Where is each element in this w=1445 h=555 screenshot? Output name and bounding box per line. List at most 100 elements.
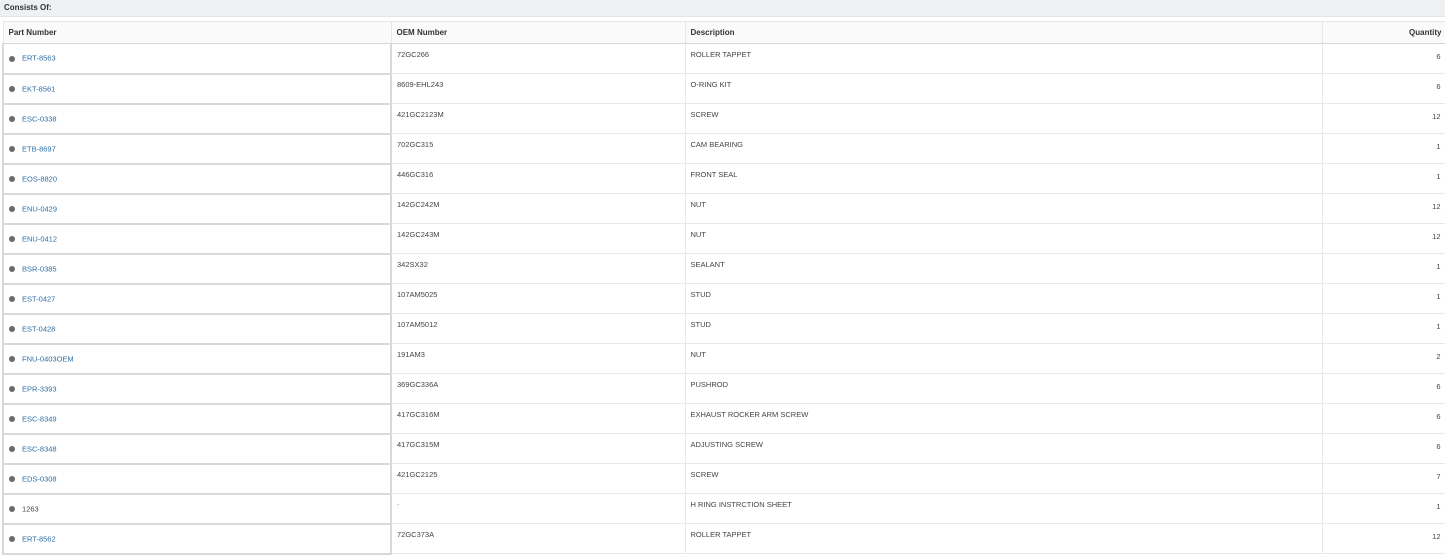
cell-part-number: ENU-0429 [2,193,392,225]
part-number-link[interactable]: ETB-8697 [22,144,56,153]
part-number-link[interactable]: FNU-0403OEM [22,354,74,363]
cell-oem-number: 421GC2125 [390,463,686,494]
cell-quantity: 6 [1321,73,1445,104]
cell-part-number: ERT-8563 [2,43,392,75]
part-number-link[interactable]: EKT-8561 [22,84,55,93]
cell-quantity: 1 [1321,253,1445,284]
table-row: EKT-8561 8609-EHL243 O-RING KIT 6 [2,73,1445,105]
cell-quantity: 1 [1321,493,1445,524]
cell-oem-number: - [390,493,686,524]
cell-quantity: 1 [1321,163,1445,194]
cell-description: CAM BEARING [684,133,1323,164]
bullet-icon [9,85,15,92]
cell-description: ADJUSTING SCREW [684,433,1323,464]
table-row: EST-0428 107AM5012 STUD 1 [2,313,1445,345]
bullet-icon [9,445,15,452]
bullet-icon [9,355,15,362]
bullet-icon [9,205,15,212]
part-number-link[interactable]: EST-0427 [22,294,55,303]
table-row: ENU-0429 142GC242M NUT 12 [2,193,1445,225]
cell-quantity: 12 [1321,103,1445,134]
table-row: ERT-8562 72GC373A ROLLER TAPPET 12 [2,523,1445,555]
part-number-link[interactable]: BSR-0385 [22,264,57,273]
cell-description: O-RING KIT [684,73,1323,104]
cell-quantity: 1 [1321,283,1445,314]
cell-description: SCREW [684,463,1323,494]
part-number-link[interactable]: ERT-8562 [22,534,56,543]
part-number-link[interactable]: ENU-0429 [22,204,57,213]
cell-description: ROLLER TAPPET [684,43,1323,74]
table-header-row: Part Number OEM Number Description Quant… [2,21,1445,44]
cell-oem-number: 107AM5012 [390,313,686,344]
part-number-link[interactable]: EOS-8820 [22,174,57,183]
cell-description: EXHAUST ROCKER ARM SCREW [684,403,1323,434]
cell-quantity: 12 [1321,223,1445,254]
table-row: EPR-3393 369GC336A PUSHROD 6 [2,373,1445,405]
table-row: ENU-0412 142GC243M NUT 12 [2,223,1445,255]
section-title: Consists Of: [4,3,52,12]
part-number-link[interactable]: EDS-0308 [22,474,57,483]
cell-quantity: 6 [1321,403,1445,434]
table-row: ESC-8348 417GC315M ADJUSTING SCREW 6 [2,433,1445,465]
bullet-icon [9,475,15,482]
cell-part-number: BSR-0385 [2,253,392,285]
bullet-icon [9,295,15,302]
part-number-link[interactable]: ESC-0338 [22,114,57,123]
cell-quantity: 6 [1321,373,1445,404]
cell-description: NUT [684,193,1323,224]
bullet-icon [9,145,15,152]
column-header-part-number[interactable]: Part Number [2,21,392,44]
section-header: Consists Of: [0,0,1445,17]
cell-part-number: EOS-8820 [2,163,392,195]
cell-description: STUD [684,283,1323,314]
cell-quantity: 1 [1321,133,1445,164]
cell-part-number: ESC-8349 [2,403,392,435]
cell-description: NUT [684,343,1323,374]
table-row: EDS-0308 421GC2125 SCREW 7 [2,463,1445,495]
part-number-link[interactable]: ERT-8563 [22,54,56,63]
column-header-oem-number[interactable]: OEM Number [390,21,686,44]
column-header-description[interactable]: Description [684,21,1323,44]
bullet-icon [9,415,15,422]
cell-part-number: EST-0427 [2,283,392,315]
cell-description: ROLLER TAPPET [684,523,1323,554]
cell-part-number: EPR-3393 [2,373,392,405]
cell-oem-number: 72GC373A [390,523,686,554]
cell-quantity: 12 [1321,523,1445,554]
cell-oem-number: 191AM3 [390,343,686,374]
cell-part-number: ERT-8562 [2,523,392,555]
part-number-link[interactable]: EST-0428 [22,324,55,333]
part-number-link[interactable]: ENU-0412 [22,234,57,243]
bullet-icon [9,505,15,512]
part-number-link[interactable]: ESC-8348 [22,444,57,453]
table-row: EST-0427 107AM5025 STUD 1 [2,283,1445,315]
table-row: ESC-8349 417GC316M EXHAUST ROCKER ARM SCRE… [2,403,1445,435]
cell-part-number: ESC-8348 [2,433,392,465]
table-row: 1263 - H RING INSTRCTION SHEET 1 [2,493,1445,525]
cell-oem-number: 142GC242M [390,193,686,224]
cell-description: PUSHROD [684,373,1323,404]
cell-oem-number: 369GC336A [390,373,686,404]
cell-part-number: 1263 [2,493,392,525]
cell-quantity: 12 [1321,193,1445,224]
cell-oem-number: 417GC316M [390,403,686,434]
table-body: ERT-8563 72GC266 ROLLER TAPPET 6 EKT-8561 860… [2,43,1445,555]
cell-oem-number: 107AM5025 [390,283,686,314]
cell-quantity: 1 [1321,313,1445,344]
cell-part-number: ETB-8697 [2,133,392,165]
table-row: FNU-0403OEM 191AM3 NUT 2 [2,343,1445,375]
part-number-text: 1263 [22,504,39,514]
cell-oem-number: 446GC316 [390,163,686,194]
cell-oem-number: 702GC315 [390,133,686,164]
bullet-icon [9,535,15,542]
table-row: EOS-8820 446GC316 FRONT SEAL 1 [2,163,1445,195]
parts-table: Part Number OEM Number Description Quant… [2,21,1445,555]
table-row: ESC-0338 421GC2123M SCREW 12 [2,103,1445,135]
cell-oem-number: 417GC315M [390,433,686,464]
cell-part-number: EKT-8561 [2,73,392,105]
part-number-link[interactable]: ESC-8349 [22,414,57,423]
column-header-quantity[interactable]: Quantity [1321,21,1445,44]
cell-oem-number: 342SX32 [390,253,686,284]
cell-description: SCREW [684,103,1323,134]
part-number-link[interactable]: EPR-3393 [22,384,57,393]
